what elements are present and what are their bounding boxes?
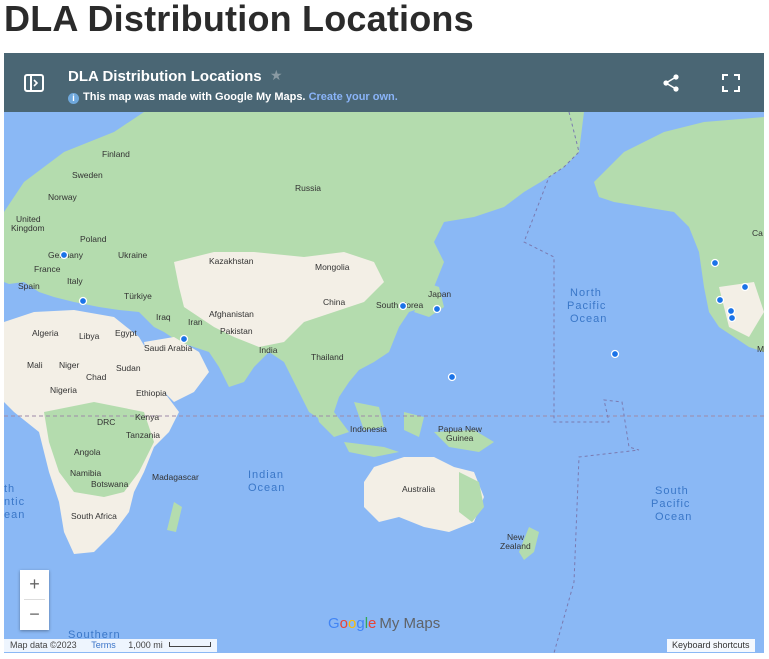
star-icon[interactable]: ★ (270, 67, 283, 84)
fullscreen-icon[interactable] (720, 72, 742, 94)
info-icon: i (68, 93, 79, 104)
label-turkiye: Türkiye (124, 291, 152, 301)
label-kazakhstan: Kazakhstan (209, 256, 254, 266)
zoom-in-button[interactable]: + (20, 570, 49, 599)
keyboard-shortcuts-link[interactable]: Keyboard shortcuts (667, 639, 755, 652)
label-papua-new-guinea-2: Guinea (446, 433, 474, 443)
map-attribution: Map data ©2023 Terms 1,000 mi (4, 639, 218, 652)
zoom-control: + − (20, 570, 49, 630)
map-title: DLA Distribution Locations (68, 68, 262, 85)
label-angola: Angola (74, 447, 101, 457)
label-india: India (259, 345, 278, 355)
made-with-notice: i This map was made with Google My Maps. … (68, 91, 398, 104)
location-marker[interactable] (59, 250, 69, 260)
label-japan: Japan (428, 289, 451, 299)
embedded-map[interactable]: DLA Distribution Locations ★ i This map w… (4, 53, 764, 653)
location-marker[interactable] (179, 334, 189, 344)
location-marker[interactable] (726, 306, 736, 316)
map-data-text: Map data ©2023 (10, 640, 77, 650)
zoom-out-button[interactable]: − (20, 600, 49, 629)
location-marker[interactable] (432, 304, 442, 314)
label-botswana: Botswana (91, 479, 129, 489)
label-iraq: Iraq (156, 312, 171, 322)
label-drc: DRC (97, 417, 115, 427)
label-thailand: Thailand (311, 352, 344, 362)
scale-label[interactable]: 1,000 mi (128, 640, 163, 650)
google-my-maps-logo: Google My Maps (328, 615, 440, 632)
label-ukraine: Ukraine (118, 250, 148, 260)
map-header: DLA Distribution Locations ★ i This map w… (4, 53, 764, 112)
scale-bar (169, 642, 212, 647)
ocean-north-pacific-1: North (570, 287, 602, 299)
label-france: France (34, 264, 61, 274)
ocean-indian-2: Ocean (248, 482, 285, 494)
ocean-north-pacific-2: Pacific (567, 300, 606, 312)
label-namibia: Namibia (70, 468, 101, 478)
label-afghanistan: Afghanistan (209, 309, 254, 319)
ocean-indian-1: Indian (248, 469, 284, 481)
label-sudan: Sudan (116, 363, 141, 373)
map-canvas[interactable]: Finland Sweden Norway United Kingdom Pol… (4, 112, 764, 653)
notice-text: This map was made with Google My Maps. (83, 91, 306, 103)
location-marker[interactable] (610, 349, 620, 359)
label-indonesia: Indonesia (350, 424, 387, 434)
logo-letter: e (368, 615, 377, 632)
location-marker[interactable] (710, 258, 720, 268)
label-egypt: Egypt (115, 328, 137, 338)
logo-letter: g (356, 615, 365, 632)
label-poland: Poland (80, 234, 107, 244)
label-south-africa: South Africa (71, 511, 117, 521)
create-your-own-link[interactable]: Create your own. (309, 91, 398, 103)
label-saudi-arabia: Saudi Arabia (144, 343, 192, 353)
label-mongolia: Mongolia (315, 262, 350, 272)
label-nigeria: Nigeria (50, 385, 77, 395)
label-sweden: Sweden (72, 170, 103, 180)
label-niger: Niger (59, 360, 79, 370)
ocean-north-pacific-3: Ocean (570, 313, 607, 325)
ocean-south-atlantic-1: th (4, 483, 15, 495)
location-marker[interactable] (740, 282, 750, 292)
page-title: DLA Distribution Locations (4, 0, 474, 39)
terms-link[interactable]: Terms (91, 640, 116, 650)
label-italy: Italy (67, 276, 83, 286)
location-marker[interactable] (398, 301, 408, 311)
label-ca: Ca (752, 228, 763, 238)
label-norway: Norway (48, 192, 78, 202)
label-madagascar: Madagascar (152, 472, 199, 482)
label-new-zealand-2: Zealand (500, 541, 531, 551)
label-tanzania: Tanzania (126, 430, 160, 440)
label-algeria: Algeria (32, 328, 59, 338)
logo-letter: o (339, 615, 349, 632)
label-united-kingdom-2: Kingdom (11, 223, 45, 233)
label-chad: Chad (86, 372, 107, 382)
location-marker[interactable] (447, 372, 457, 382)
label-spain: Spain (18, 281, 40, 291)
ocean-south-pacific-3: Ocean (655, 511, 692, 523)
label-kenya: Kenya (135, 412, 159, 422)
logo-my-maps: My Maps (379, 615, 441, 632)
ocean-south-atlantic-3: ean (4, 509, 25, 521)
label-me: Me (757, 344, 764, 354)
label-iran: Iran (188, 317, 203, 327)
label-australia: Australia (402, 484, 435, 494)
location-marker[interactable] (727, 313, 737, 323)
ocean-south-pacific-2: Pacific (651, 498, 690, 510)
share-icon[interactable] (660, 72, 682, 94)
logo-letter: G (328, 615, 340, 632)
label-mali: Mali (27, 360, 43, 370)
location-marker[interactable] (715, 295, 725, 305)
label-ethiopia: Ethiopia (136, 388, 167, 398)
label-pakistan: Pakistan (220, 326, 253, 336)
ocean-south-pacific-1: South (655, 485, 689, 497)
ocean-south-atlantic-2: ntic (4, 496, 25, 508)
side-panel-icon[interactable] (22, 71, 46, 95)
location-marker[interactable] (78, 296, 88, 306)
label-russia: Russia (295, 183, 321, 193)
label-china: China (323, 297, 345, 307)
label-finland: Finland (102, 149, 130, 159)
label-libya: Libya (79, 331, 100, 341)
